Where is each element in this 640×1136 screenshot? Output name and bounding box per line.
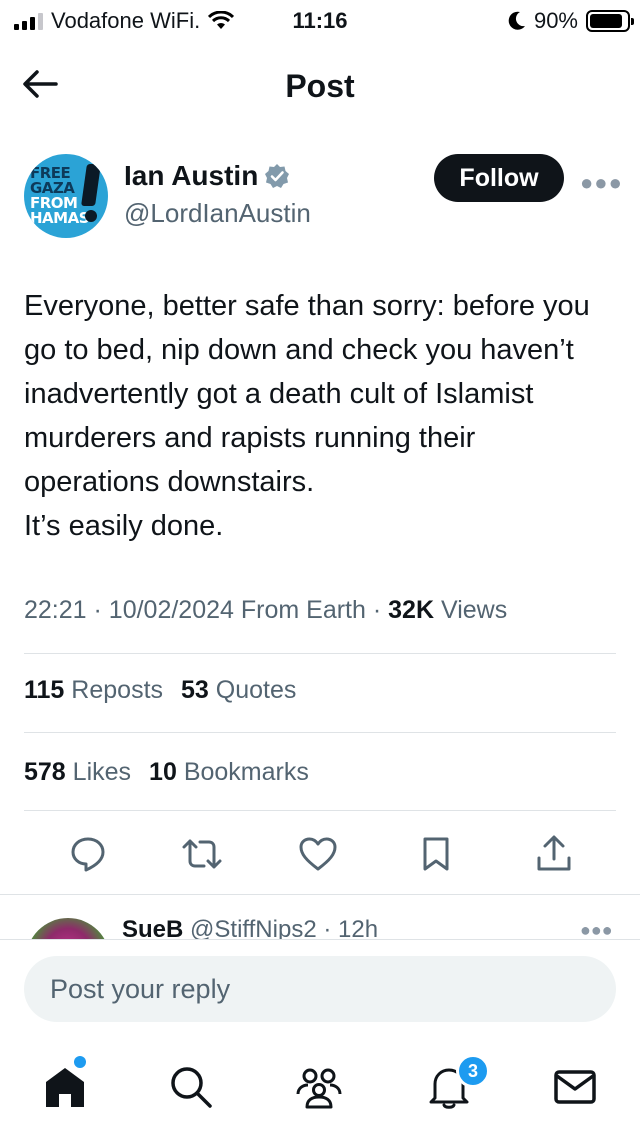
quotes-stat[interactable]: 53 Quotes <box>181 676 296 705</box>
post-meta: 22:21 · 10/02/2024 From Earth · 32K View… <box>24 596 508 624</box>
tab-communities[interactable] <box>294 1062 344 1112</box>
divider <box>24 810 616 811</box>
reply-author-handle: @StiffNips2 <box>190 916 317 940</box>
divider <box>24 732 616 733</box>
likes-stat[interactable]: 578 Likes <box>24 758 131 787</box>
battery-fill <box>590 14 623 28</box>
mail-icon <box>554 1070 596 1104</box>
home-unread-dot <box>74 1056 86 1068</box>
reposts-stat[interactable]: 115 Reposts <box>24 676 163 705</box>
likes-bookmarks-row: 578 Likes 10 Bookmarks <box>24 758 309 787</box>
reply-input[interactable]: Post your reply <box>24 956 616 1022</box>
share-icon <box>537 835 571 871</box>
tab-search[interactable] <box>166 1062 216 1112</box>
search-icon <box>171 1067 212 1108</box>
more-options-icon[interactable]: ●●● <box>580 170 623 196</box>
moon-icon <box>508 11 525 30</box>
divider <box>0 894 640 895</box>
notifications-badge: 3 <box>456 1054 490 1088</box>
post-date[interactable]: 10/02/2024 <box>109 596 234 624</box>
post-text-line: It’s easily done. <box>24 510 224 542</box>
bookmark-icon <box>423 837 449 871</box>
reply-icon <box>71 837 105 872</box>
tab-bar: 3 <box>0 1050 640 1136</box>
bookmarks-stat[interactable]: 10 Bookmarks <box>149 758 309 787</box>
action-bar <box>24 832 616 876</box>
status-right: 90% <box>508 8 634 34</box>
repost-icon <box>182 839 222 869</box>
avatar-text: FREE GAZA FROM HAMAS <box>30 164 90 227</box>
avatar-exclamation-dot <box>85 210 97 222</box>
bookmark-button[interactable] <box>414 832 458 876</box>
reply-input-placeholder: Post your reply <box>50 973 231 1004</box>
tab-home[interactable] <box>40 1062 90 1112</box>
reply-button[interactable] <box>66 832 110 876</box>
post-text: Everyone, better safe than sorry: before… <box>24 284 616 548</box>
avatar[interactable]: FREE GAZA FROM HAMAS <box>24 154 108 238</box>
repost-button[interactable] <box>180 832 224 876</box>
heart-icon <box>299 837 337 871</box>
views-count: 32K <box>388 596 435 624</box>
post-text-line: Everyone, better safe than sorry: before… <box>24 290 590 498</box>
reply-avatar[interactable] <box>26 918 110 940</box>
divider <box>24 653 616 654</box>
battery-icon <box>586 10 634 32</box>
follow-button[interactable]: Follow <box>434 154 564 202</box>
reply-author-name[interactable]: SueB <box>122 916 183 940</box>
tab-messages[interactable] <box>550 1062 600 1112</box>
page-title: Post <box>285 68 355 104</box>
home-icon <box>46 1068 84 1107</box>
reposts-quotes-row: 115 Reposts 53 Quotes <box>24 676 296 705</box>
author-name[interactable]: Ian Austin <box>124 160 290 192</box>
communities-icon <box>296 1068 342 1109</box>
reply-age: 12h <box>338 916 379 940</box>
nav-header: Post <box>0 52 640 116</box>
reply-header: SueB @StiffNips2 · 12h <box>122 916 378 940</box>
verified-badge-icon <box>265 164 290 188</box>
reply-more-icon[interactable]: ●●● <box>580 920 613 940</box>
battery-percent: 90% <box>533 8 578 33</box>
status-bar: Vodafone WiFi. 11:16 90% <box>0 0 640 40</box>
post-location: From Earth <box>240 596 366 624</box>
reply-preview[interactable]: SueB @StiffNips2 · 12h ●●● <box>0 900 640 940</box>
share-button[interactable] <box>532 832 576 876</box>
like-button[interactable] <box>296 832 340 876</box>
views-label: Views <box>440 596 508 624</box>
author-handle[interactable]: @LordIanAustin <box>124 198 311 229</box>
post-author: FREE GAZA FROM HAMAS Ian Austin @LordIan… <box>24 150 622 240</box>
divider <box>0 939 640 940</box>
post-time[interactable]: 22:21 <box>24 596 87 624</box>
